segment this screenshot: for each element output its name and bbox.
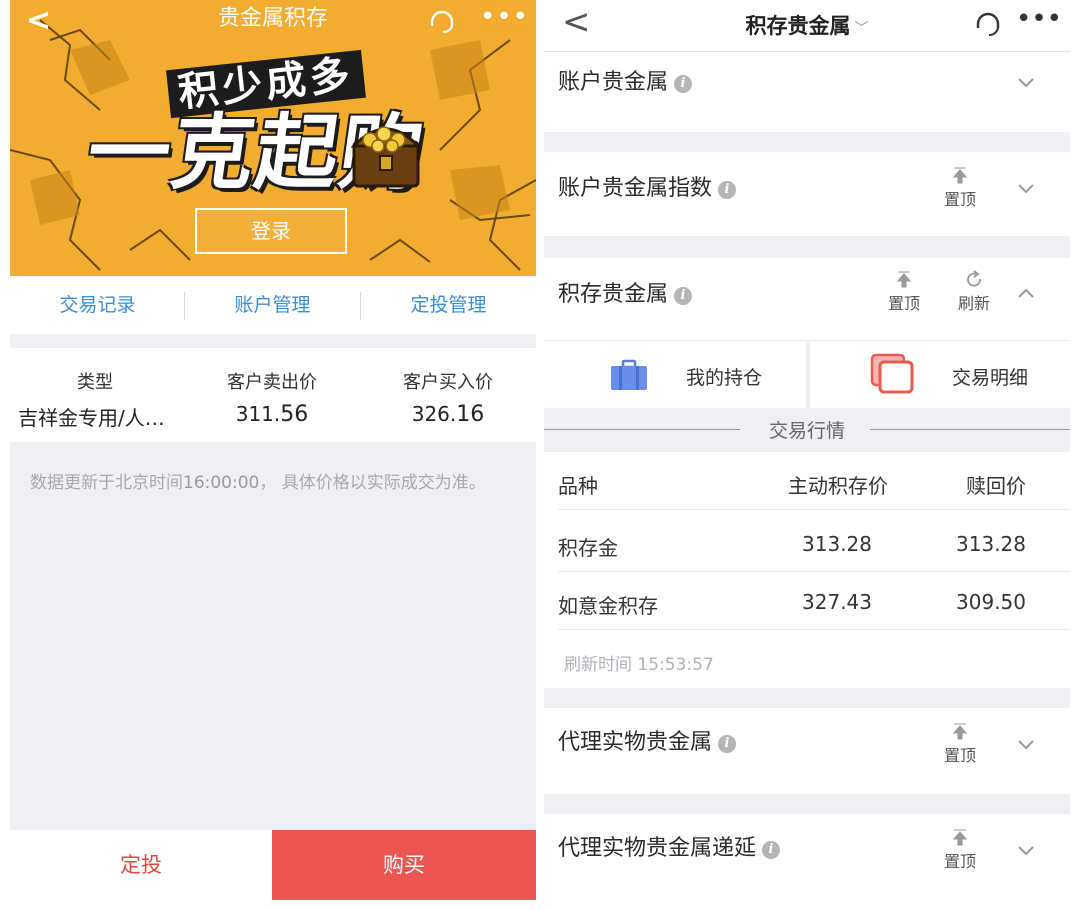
redeem-price: 309.50 (956, 590, 1026, 614)
page-title: 贵金属积存 (217, 6, 328, 31)
variety-name: 积存金 (558, 536, 618, 560)
buy-button[interactable]: 购买 (272, 830, 536, 900)
info-icon[interactable]: i (674, 287, 693, 305)
tab-trade-records[interactable]: 交易记录 (10, 276, 185, 334)
pin-top-icon (952, 723, 968, 740)
row-separator (558, 509, 1070, 510)
market-section-divider: 交易行情 (544, 408, 1070, 452)
headset-icon[interactable] (428, 10, 456, 34)
table-row[interactable]: 如意金积存 327.43 309.50 (544, 572, 1070, 630)
nav-bar: < 积存贵金属 ﹀ ••• (544, 0, 1070, 52)
my-position-button[interactable]: 我的持仓 (544, 341, 806, 409)
pin-top-button[interactable]: 置顶 (938, 722, 982, 766)
chevron-down-icon[interactable] (1014, 838, 1038, 862)
card-title: 账户贵金属 i (558, 64, 693, 96)
refresh-timestamp: 刷新时间 15:53:57 (564, 655, 714, 675)
divider-line (870, 429, 1070, 430)
info-icon[interactable]: i (718, 181, 737, 199)
pin-top-icon (952, 167, 968, 184)
chevron-down-icon[interactable] (1014, 176, 1038, 200)
pin-top-icon (952, 829, 968, 846)
nav-bar: < 贵金属积存 ••• (10, 0, 536, 42)
chevron-down-icon: ﹀ (854, 21, 869, 37)
login-button[interactable]: 登录 (195, 208, 347, 254)
trade-detail-button[interactable]: 交易明细 (810, 341, 1070, 409)
treasure-chest-icon (350, 126, 422, 188)
info-icon[interactable]: i (762, 841, 781, 859)
trade-detail-icon (870, 353, 914, 394)
refresh-button[interactable]: 刷新 (952, 270, 996, 314)
market-header-row: 品种 主动积存价 赎回价 (544, 452, 1070, 510)
right-screen: < 积存贵金属 ﹀ ••• 账户贵金属 i 账户贵金属指数 i 置顶 积存贵金属 i 置… (544, 0, 1070, 900)
data-update-notice: 数据更新于北京时间16:00:00， 具体价格以实际成交为准。 (30, 473, 486, 493)
bottom-action-bar: 定投 购买 (10, 830, 536, 900)
more-dots-icon[interactable]: ••• (480, 4, 529, 30)
left-screen: < 贵金属积存 ••• 积少成多 一克起购 登录 交易记录 账户管理 定投管理 (10, 0, 536, 900)
card-title: 代理实物贵金属 i (558, 724, 737, 756)
product-type: 吉祥金专用/人… (18, 406, 165, 430)
card-account-metal[interactable]: 账户贵金属 i (544, 52, 1070, 132)
card-title: 积存贵金属 i (558, 276, 693, 308)
header-buy-price: 客户买入价 (403, 372, 493, 393)
headset-icon[interactable] (974, 12, 1002, 38)
row-separator (558, 629, 1070, 630)
pin-top-button[interactable]: 置顶 (938, 166, 982, 210)
market-table: 品种 主动积存价 赎回价 积存金 313.28 313.28 如意金积存 327… (544, 452, 1070, 688)
promo-banner: < 贵金属积存 ••• 积少成多 一克起购 登录 (10, 0, 536, 276)
header-active-price: 主动积存价 (788, 474, 888, 498)
holdings-row: 我的持仓 交易明细 (544, 340, 1070, 409)
card-account-metal-index[interactable]: 账户贵金属指数 i 置顶 (544, 152, 1070, 236)
tab-account-management[interactable]: 账户管理 (185, 276, 360, 334)
pin-top-icon (896, 271, 912, 288)
my-position-label: 我的持仓 (686, 367, 763, 389)
chevron-down-icon[interactable] (1014, 732, 1038, 756)
card-agent-physical-deferred[interactable]: 代理实物贵金属递延 i 置顶 (544, 814, 1070, 900)
card-accumulate-metal[interactable]: 积存贵金属 i 置顶 刷新 (544, 258, 1070, 340)
card-title: 代理实物贵金属递延 i (558, 830, 781, 862)
header-redeem-price: 赎回价 (966, 474, 1026, 498)
price-table[interactable]: 类型 客户卖出价 客户买入价 吉祥金专用/人… 311.56 326.16 (10, 348, 536, 442)
chevron-up-icon[interactable] (1014, 282, 1038, 306)
card-title: 账户贵金属指数 i (558, 170, 737, 202)
buy-price: 326.16 (411, 402, 485, 427)
refresh-icon (967, 270, 981, 287)
pin-top-button[interactable]: 置顶 (882, 270, 926, 314)
active-price: 313.28 (802, 532, 872, 556)
redeem-price: 313.28 (956, 532, 1026, 556)
header-sell-price: 客户卖出价 (227, 372, 317, 393)
quick-tabs: 交易记录 账户管理 定投管理 (10, 276, 536, 334)
variety-name: 如意金积存 (558, 594, 658, 618)
trade-detail-label: 交易明细 (952, 367, 1029, 389)
card-agent-physical-metal[interactable]: 代理实物贵金属 i 置顶 (544, 708, 1070, 794)
pin-top-button[interactable]: 置顶 (938, 828, 982, 872)
more-dots-icon[interactable]: ••• (1016, 4, 1062, 34)
fixed-investment-button[interactable]: 定投 (10, 830, 272, 900)
active-price: 327.43 (802, 590, 872, 614)
sell-price: 311.56 (235, 402, 309, 427)
tab-fixed-investment-management[interactable]: 定投管理 (361, 276, 536, 334)
table-row[interactable]: 积存金 313.28 313.28 (544, 514, 1070, 572)
header-variety: 品种 (558, 474, 598, 498)
briefcase-icon (611, 359, 647, 390)
chevron-down-icon[interactable] (1014, 70, 1038, 94)
header-type: 类型 (77, 372, 113, 393)
info-icon[interactable]: i (718, 735, 737, 753)
info-icon[interactable]: i (674, 75, 693, 93)
